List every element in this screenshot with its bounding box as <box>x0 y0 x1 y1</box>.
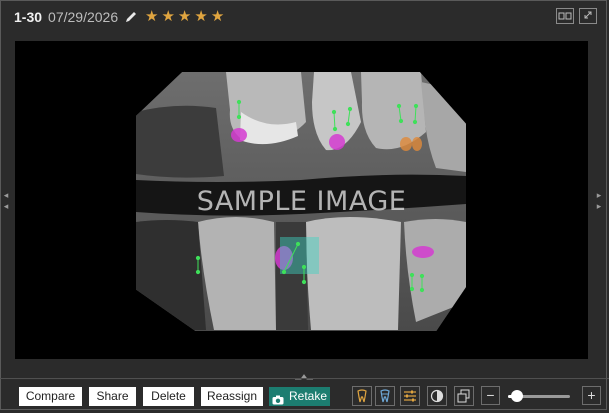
sliders-icon[interactable] <box>400 386 420 406</box>
tooth-blue-icon[interactable] <box>375 386 395 406</box>
exam-date: 07/29/2026 <box>48 9 119 25</box>
zoom-out-icon[interactable]: − <box>481 386 500 405</box>
tooth-orange-icon[interactable] <box>352 386 372 406</box>
star-icon[interactable]: ★ <box>211 9 224 25</box>
edit-pencil-icon[interactable] <box>124 10 138 24</box>
retake-label: Retake <box>288 389 328 403</box>
split-view-icon[interactable] <box>556 8 574 24</box>
bottom-toolbar: Compare Share Delete Reassign Retake − + <box>0 378 609 413</box>
delete-button[interactable]: Delete <box>143 387 194 406</box>
reassign-button[interactable]: Reassign <box>201 387 263 406</box>
bottom-panel-handle[interactable] <box>293 367 315 380</box>
star-icon[interactable]: ★ <box>161 9 174 25</box>
compare-button[interactable]: Compare <box>19 387 82 406</box>
xray-viewer[interactable]: SAMPLE IMAGE <box>15 41 588 359</box>
zoom-slider[interactable] <box>508 390 570 402</box>
header: 1-30 07/29/2026 ★ ★ ★ ★ ★ <box>0 0 609 36</box>
camera-icon <box>272 392 284 404</box>
star-icon[interactable]: ★ <box>194 9 207 25</box>
right-panel-handle[interactable]: ▸ ▸ <box>596 190 602 212</box>
exam-id: 1-30 <box>14 9 43 25</box>
rating-stars[interactable]: ★ ★ ★ ★ ★ <box>145 9 224 25</box>
contrast-icon[interactable] <box>427 386 447 406</box>
sample-watermark: SAMPLE IMAGE <box>196 186 407 217</box>
star-icon[interactable]: ★ <box>178 9 191 25</box>
zoom-slider-thumb[interactable] <box>511 390 524 402</box>
left-panel-handle[interactable]: ◂ ◂ <box>3 190 9 212</box>
star-icon[interactable]: ★ <box>145 9 158 25</box>
copy-icon[interactable] <box>454 386 474 406</box>
retake-button[interactable]: Retake <box>269 387 330 406</box>
expand-icon[interactable] <box>579 8 597 24</box>
zoom-in-icon[interactable]: + <box>582 386 601 405</box>
exam-title: 1-30 07/29/2026 <box>14 9 138 25</box>
share-button[interactable]: Share <box>89 387 136 406</box>
